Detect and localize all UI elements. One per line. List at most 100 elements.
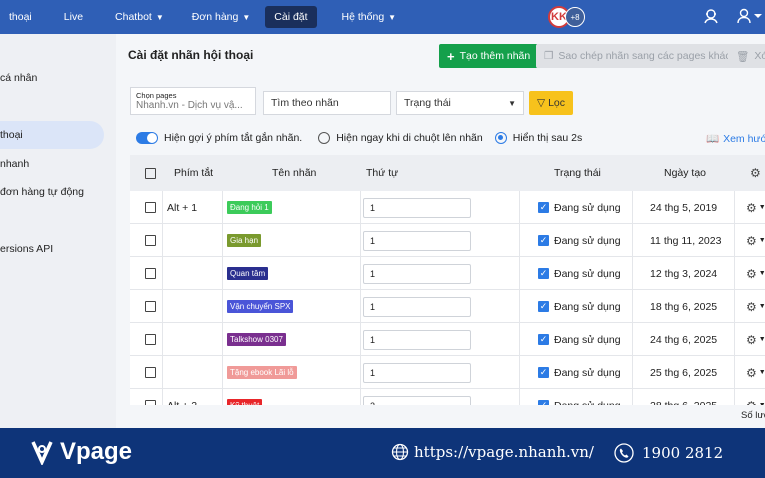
row-status[interactable]: ✓Đang sử dụng [538,356,621,389]
delay-2s-radio[interactable] [494,132,507,144]
row-checkbox[interactable] [145,257,156,290]
hotline[interactable]: 1900 2812 [614,443,723,463]
globe-icon [391,443,409,461]
labels-table: Phím tắt Tên nhãn Thứ tự Trạng thái Ngày… [130,155,765,405]
hover-immediate-radio[interactable] [318,132,331,144]
website-link[interactable]: https://vpage.nhanh.vn/ [391,443,594,461]
nav-conversations[interactable]: thoại [0,6,41,28]
row-label-tag[interactable]: Tặng ebook Lãi lỗ [227,356,297,389]
checked-checkbox-icon: ✓ [538,400,549,405]
table-row: Vận chuyển SPX 1 ✓ Đang sử dụng 18 thg 6, 20… [130,290,765,323]
book-icon: 📖 [706,133,720,145]
checked-checkbox-icon: ✓ [538,367,549,378]
header-order: Thứ tự [366,167,399,179]
row-checkbox[interactable] [145,389,156,405]
main-panel: Cài đặt nhãn hội thoại + Tạo thêm nhãn ❐… [116,34,765,428]
checked-checkbox-icon: ✓ [538,301,549,312]
row-settings-icon[interactable]: ⚙▼ [746,191,765,224]
row-settings-icon[interactable]: ⚙▼ [746,224,765,257]
row-status[interactable]: ✓Đang sử dụng [538,224,621,257]
row-order-input[interactable]: 1 [363,191,471,224]
table-header: Phím tắt Tên nhãn Thứ tự Trạng thái Ngày… [130,155,765,191]
row-order-input[interactable]: 1 [363,224,471,257]
sidebar-item-conversions-api[interactable]: ersions API [0,243,53,255]
row-status[interactable]: ✓Đang sử dụng [538,257,621,290]
phone-icon [614,443,634,463]
chevron-down-icon: ▼ [155,12,164,22]
row-checkbox[interactable] [145,323,156,356]
row-label-tag[interactable]: Gia hạn [227,224,262,257]
row-settings-icon[interactable]: ⚙▼ [746,323,765,356]
row-checkbox[interactable] [145,356,156,389]
row-settings-icon[interactable]: ⚙▼ [746,356,765,389]
row-order-input[interactable]: 1 [363,290,471,323]
table-row: Alt + 2 Kỹ thuật 2 ✓Đang sử dụng 28 thg 6, 2… [130,389,765,405]
add-label-button[interactable]: + Tạo thêm nhãn [439,44,539,68]
row-status[interactable]: ✓Đang sử dụng [538,290,621,323]
row-checkbox[interactable] [145,191,156,224]
row-label-tag[interactable]: Vận chuyển SPX [227,290,294,323]
table-row: Alt + 1 Đang hỏi 1 1 ✓ Đang sử dụng 24 thg 5,… [130,191,765,224]
label-search-input[interactable]: Tìm theo nhãn [263,91,391,115]
checked-checkbox-icon: ✓ [538,334,549,345]
row-order-input[interactable]: 1 [363,323,471,356]
row-checkbox[interactable] [145,224,156,257]
row-label-tag[interactable]: Kỹ thuật [227,389,263,405]
copy-labels-button[interactable]: ❐ Sao chép nhãn sang các pages khác [536,44,739,68]
checked-checkbox-icon: ✓ [538,202,549,213]
row-created-date: 24 thg 5, 2019 [650,201,718,214]
row-order-input[interactable]: 1 [363,257,471,290]
nav-chatbot[interactable]: Chatbot ▼ [106,6,173,28]
status-select[interactable]: Trạng thái ▼ [396,91,524,115]
vpage-mark-icon [31,441,53,465]
row-status[interactable]: ✓Đang sử dụng [538,389,621,405]
row-created-date: 18 thg 6, 2025 [650,300,718,313]
row-settings-icon[interactable]: ⚙▼ [746,290,765,323]
row-label-tag[interactable]: Quan tâm [227,257,269,290]
vpage-logo: Vpage [30,438,132,466]
table-row: Talkshow 0307 1 ✓ Đang sử dụng 24 thg 6, 202… [130,323,765,356]
support-agent-icon[interactable] [703,8,719,27]
select-all-checkbox[interactable] [145,155,156,191]
row-order-input[interactable]: 2 [363,389,471,405]
display-options: Hiện gợi ý phím tắt gắn nhãn. Hiện ngay … [136,132,582,144]
row-status[interactable]: ✓Đang sử dụng [538,191,621,224]
table-row: Quan tâm 1 ✓ Đang sử dụng 12 thg 3, 2024 ⚙ ▼ [130,257,765,290]
nav-orders[interactable]: Đơn hàng ▼ [183,6,260,28]
header-name: Tên nhãn [272,167,317,179]
row-label-tag[interactable]: Đang hỏi 1 [227,191,272,224]
nav-system[interactable]: Hệ thống ▼ [333,6,406,28]
brand-logo[interactable]: KK +8 [548,5,594,29]
trash-icon: 🗑 [736,50,750,63]
header-shortcut: Phím tắt [174,167,214,179]
row-settings-icon[interactable]: ⚙▼ [746,389,765,406]
sidebar-item-personal[interactable]: cá nhân [0,72,37,84]
filter-button[interactable]: ▽ Lọc [529,91,573,115]
column-settings-icon[interactable]: ⚙ [750,155,761,191]
top-nav: thoại Live Chatbot ▼ Đơn hàng ▼ Cài đặt Hệ… [0,0,765,34]
sidebar-item-conversation-labels[interactable]: thoại [0,121,104,149]
copy-icon: ❐ [544,50,554,62]
row-status[interactable]: ✓Đang sử dụng [538,323,621,356]
nav-live[interactable]: Live [55,6,92,28]
pages-select[interactable]: Chọn pages Nhanh.vn - Dịch vụ vậ... [130,87,256,115]
row-created-date: 12 thg 3, 2024 [650,267,718,280]
shortcut-hint-toggle[interactable] [136,132,158,144]
sidebar-item-quick-reply[interactable]: nhanh [0,158,29,170]
guide-link[interactable]: 📖 Xem hướng [706,132,765,146]
row-label-tag[interactable]: Talkshow 0307 [227,323,286,356]
delete-button[interactable]: 🗑 Xóa [728,44,765,68]
row-checkbox[interactable] [145,290,156,323]
row-order-input[interactable]: 1 [363,356,471,389]
row-count-label: Số lượ [741,410,765,421]
row-settings-icon[interactable]: ⚙▼ [746,257,765,290]
logo-badge: +8 [565,7,585,27]
chevron-down-icon: ▼ [508,98,516,108]
row-created-date: 11 thg 11, 2023 [650,234,722,247]
sidebar-item-auto-orders[interactable]: đơn hàng tự động [0,186,84,198]
user-icon[interactable] [737,8,763,27]
filter-icon: ▽ [536,97,546,109]
nav-settings[interactable]: Cài đặt [265,6,317,28]
row-shortcut: Alt + 2 [167,389,197,406]
row-shortcut: Alt + 1 [167,201,198,214]
